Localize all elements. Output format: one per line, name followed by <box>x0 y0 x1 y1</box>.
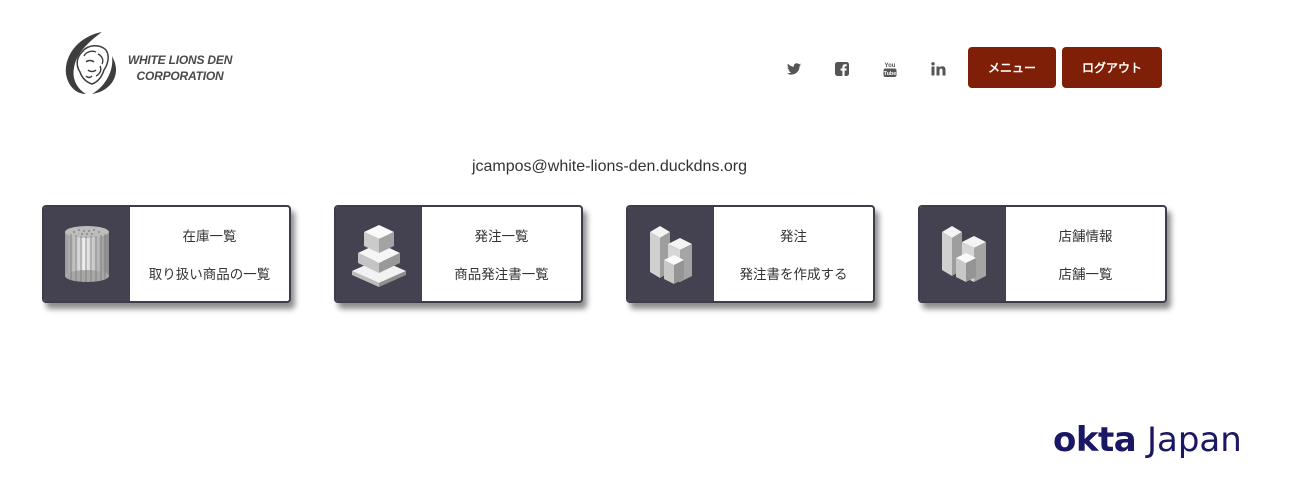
card-order-list[interactable]: 発注一覧 商品発注書一覧 <box>334 205 583 303</box>
card-title: 在庫一覧 <box>182 229 237 245</box>
card-inventory-text: 在庫一覧 取り扱い商品の一覧 <box>130 207 289 301</box>
card-title: 店舗情報 <box>1058 229 1113 245</box>
card-order-list-text: 発注一覧 商品発注書一覧 <box>422 207 581 301</box>
page: WHITE LIONS DEN CORPORATION You Tube メニュ… <box>0 0 1289 501</box>
svg-text:Tube: Tube <box>884 71 897 77</box>
youtube-icon[interactable]: You Tube <box>879 58 901 80</box>
logo-line-2: CORPORATION <box>136 69 224 83</box>
svg-text:You: You <box>885 63 896 69</box>
card-title: 発注 <box>780 229 807 245</box>
card-inventory-list[interactable]: 在庫一覧 取り扱い商品の一覧 <box>42 205 291 303</box>
menu-button[interactable]: メニュー <box>968 47 1056 88</box>
card-create-order-text: 発注 発注書を作成する <box>714 207 873 301</box>
order-list-stack-icon <box>336 207 422 301</box>
card-store-info[interactable]: 店舗情報 店舗一覧 <box>918 205 1167 303</box>
okta-japan-logo: okta Japan <box>1053 420 1242 460</box>
create-order-blocks-icon <box>628 207 714 301</box>
card-subtitle: 商品発注書一覧 <box>454 267 549 283</box>
card-subtitle: 取り扱い商品の一覧 <box>148 267 271 283</box>
store-blocks-icon <box>920 207 1006 301</box>
linkedin-icon[interactable] <box>927 58 949 80</box>
logo-text: WHITE LIONS DEN CORPORATION <box>120 52 240 84</box>
lion-logo-icon <box>65 32 116 94</box>
card-subtitle: 店舗一覧 <box>1058 267 1113 283</box>
okta-wordmark: okta <box>1053 420 1137 460</box>
card-subtitle: 発注書を作成する <box>739 267 848 283</box>
card-create-order[interactable]: 発注 発注書を作成する <box>626 205 875 303</box>
twitter-icon[interactable] <box>783 58 805 80</box>
okta-suffix: Japan <box>1146 420 1242 460</box>
logout-button[interactable]: ログアウト <box>1062 47 1162 88</box>
logo-line-1: WHITE LIONS DEN <box>127 53 233 67</box>
company-logo[interactable]: WHITE LIONS DEN CORPORATION <box>62 30 242 96</box>
card-store-info-text: 店舗情報 店舗一覧 <box>1006 207 1165 301</box>
card-title: 発注一覧 <box>474 229 529 245</box>
inventory-cylinder-icon <box>44 207 130 301</box>
user-email: jcampos@white-lions-den.duckdns.org <box>471 158 748 175</box>
facebook-icon[interactable] <box>831 58 853 80</box>
